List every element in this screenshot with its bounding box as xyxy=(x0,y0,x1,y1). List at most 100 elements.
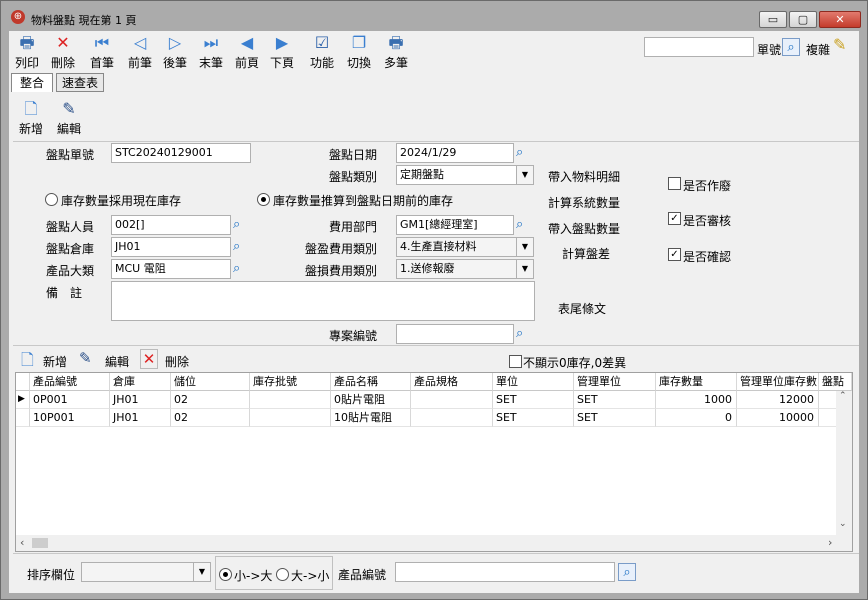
column-header[interactable]: 倉庫 xyxy=(110,373,171,391)
cell-batch[interactable] xyxy=(250,391,331,409)
tab-integrated[interactable]: 整合 xyxy=(11,73,53,92)
maximize-button[interactable]: ▢ xyxy=(789,11,817,28)
search-icon[interactable]: ⌕ xyxy=(618,563,636,581)
copy-icon[interactable]: ✎ xyxy=(833,35,853,57)
cell-location[interactable]: 02 xyxy=(171,391,250,409)
import-detail-button[interactable]: 帶入物料明細 xyxy=(548,168,620,185)
main-content: 🖶 列印 ✕ 刪除 ⏮ 首筆 ◁ 前筆 ▷ 後筆 ⏭ 末筆 ◀ 前頁 ▶ 下頁 ☑ 功能 ❐ 切換 … xyxy=(9,31,859,593)
cell-stock-qty[interactable]: 1000 xyxy=(656,391,737,409)
column-header[interactable]: 庫存批號 xyxy=(250,373,331,391)
delete-button[interactable]: ✕ 刪除 xyxy=(47,33,79,71)
calc-difference-button[interactable]: 計算盤差 xyxy=(562,245,610,262)
remark-field[interactable] xyxy=(111,281,535,321)
column-header[interactable]: 儲位 xyxy=(171,373,250,391)
cell-mgmt-stock-qty[interactable]: 12000 xyxy=(737,391,819,409)
scroll-left-icon[interactable]: ‹ xyxy=(20,536,24,549)
project-search-icon[interactable]: ⌕ xyxy=(516,325,534,343)
cell-batch[interactable] xyxy=(250,409,331,427)
hide-zero-checkbox[interactable] xyxy=(509,355,522,368)
column-header[interactable]: 產品編號 xyxy=(30,373,110,391)
horizontal-scrollbar[interactable]: ‹ › xyxy=(16,535,852,551)
prev-record-button[interactable]: ◁ 前筆 xyxy=(123,33,157,71)
cell-warehouse[interactable]: JH01 xyxy=(110,391,171,409)
prev-page-button[interactable]: ◀ 前頁 xyxy=(230,33,264,71)
cell-unit[interactable]: SET xyxy=(493,409,574,427)
doc-no-field[interactable]: STC20240129001 xyxy=(111,143,251,163)
void-checkbox[interactable] xyxy=(668,177,681,190)
column-header[interactable]: 單位 xyxy=(493,373,574,391)
sort-desc-radio[interactable] xyxy=(276,568,289,581)
footer-text-button[interactable]: 表尾條文 xyxy=(558,300,606,317)
review-checkbox[interactable]: ✓ xyxy=(668,212,681,225)
doc-search-input[interactable] xyxy=(644,37,754,57)
project-field[interactable] xyxy=(396,324,514,344)
warehouse-label: 盤點倉庫 xyxy=(46,242,95,256)
next-record-button[interactable]: ▷ 後筆 xyxy=(158,33,192,71)
cell-location[interactable]: 02 xyxy=(171,409,250,427)
cell-mgmt-unit[interactable]: SET xyxy=(574,391,656,409)
date-search-icon[interactable]: ⌕ xyxy=(516,144,534,162)
gain-category-select[interactable]: 4.生產直接材料 ▼ xyxy=(396,237,534,257)
loss-category-select[interactable]: 1.送修報廢 ▼ xyxy=(396,259,534,279)
detail-edit-button[interactable]: 編輯 xyxy=(105,353,129,370)
type-select[interactable]: 定期盤點 ▼ xyxy=(396,165,534,185)
cell-unit[interactable]: SET xyxy=(493,391,574,409)
cell-spec[interactable] xyxy=(411,391,493,409)
dept-search-icon[interactable]: ⌕ xyxy=(516,216,534,234)
first-record-button[interactable]: ⏮ 首筆 xyxy=(85,33,119,71)
column-header[interactable]: 產品規格 xyxy=(411,373,493,391)
close-button[interactable]: ✕ xyxy=(819,11,861,28)
confirm-checkbox[interactable]: ✓ xyxy=(668,248,681,261)
cell-warehouse[interactable]: JH01 xyxy=(110,409,171,427)
minimize-button[interactable]: ▭ xyxy=(759,11,787,28)
cell-product-name[interactable]: 10貼片電阻 xyxy=(331,409,411,427)
function-button[interactable]: ☑ 功能 xyxy=(305,33,339,71)
column-header[interactable]: 產品名稱 xyxy=(331,373,411,391)
new-document-icon[interactable]: 🗋 xyxy=(21,349,37,369)
edit-record-button[interactable]: ✎ 編輯 xyxy=(53,99,85,137)
radio-backdate-stock[interactable] xyxy=(257,193,270,206)
last-record-button[interactable]: ⏭ 末筆 xyxy=(194,33,228,71)
dept-field[interactable]: GM1[總經理室] xyxy=(396,215,514,235)
warehouse-field[interactable]: JH01 xyxy=(111,237,231,257)
category-field[interactable]: MCU 電阻 xyxy=(111,259,231,279)
column-header[interactable]: 管理單位 xyxy=(574,373,656,391)
vertical-scrollbar[interactable]: ⌃ ⌄ xyxy=(836,391,852,535)
person-search-icon[interactable]: ⌕ xyxy=(233,216,251,234)
product-no-search-input[interactable] xyxy=(395,562,615,582)
cell-product-no[interactable]: 10P001 xyxy=(30,409,110,427)
sort-field-select[interactable]: ▼ xyxy=(81,562,211,582)
switch-button[interactable]: ❐ 切換 xyxy=(342,33,376,71)
cell-spec[interactable] xyxy=(411,409,493,427)
tab-quick-lookup[interactable]: 速查表 xyxy=(56,73,104,92)
search-icon[interactable]: ⌕ xyxy=(782,38,800,56)
print-button[interactable]: 🖶 列印 xyxy=(11,33,43,71)
import-count-qty-button[interactable]: 帶入盤點數量 xyxy=(548,220,620,237)
multi-record-button[interactable]: 🖶 多筆 xyxy=(379,33,413,71)
column-header[interactable]: 盤點 xyxy=(819,373,852,391)
detail-add-button[interactable]: 新增 xyxy=(43,353,67,370)
warehouse-search-icon[interactable]: ⌕ xyxy=(233,238,251,256)
cell-stock-qty[interactable]: 0 xyxy=(656,409,737,427)
calc-system-qty-button[interactable]: 計算系統數量 xyxy=(548,194,620,211)
add-record-button[interactable]: 🗋 新增 xyxy=(15,99,47,137)
cell-mgmt-unit[interactable]: SET xyxy=(574,409,656,427)
sort-asc-radio[interactable] xyxy=(219,568,232,581)
category-search-icon[interactable]: ⌕ xyxy=(233,260,251,278)
column-header[interactable]: 庫存數量 xyxy=(656,373,737,391)
date-field[interactable]: 2024/1/29 xyxy=(396,143,514,163)
radio-current-stock[interactable] xyxy=(45,193,58,206)
person-field[interactable]: 002[] xyxy=(111,215,231,235)
cell-product-no[interactable]: 0P001 xyxy=(30,391,110,409)
delete-icon[interactable]: ✕ xyxy=(140,349,158,369)
next-page-button[interactable]: ▶ 下頁 xyxy=(265,33,299,71)
cell-product-name[interactable]: 0貼片電阻 xyxy=(331,391,411,409)
scroll-thumb[interactable] xyxy=(32,538,48,548)
scroll-right-icon[interactable]: › xyxy=(828,536,832,549)
cell-mgmt-stock-qty[interactable]: 10000 xyxy=(737,409,819,427)
column-header[interactable]: 管理單位庫存數 xyxy=(737,373,819,391)
detail-delete-button[interactable]: 刪除 xyxy=(165,353,189,370)
edit-document-icon[interactable]: ✎ xyxy=(79,349,97,369)
scroll-up-icon[interactable]: ⌃ xyxy=(839,391,847,401)
scroll-down-icon[interactable]: ⌄ xyxy=(839,519,847,529)
